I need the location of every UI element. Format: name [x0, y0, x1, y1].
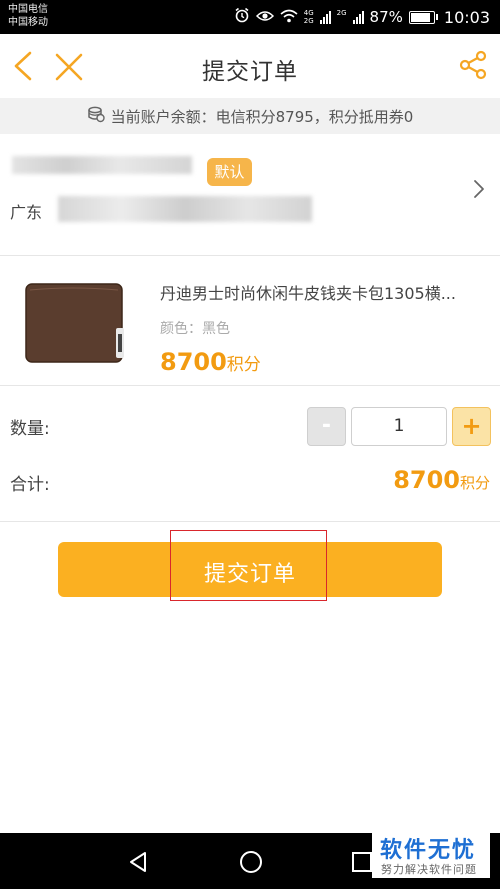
network-type-2: 2G — [336, 9, 347, 17]
default-badge: 默认 — [207, 158, 252, 186]
page-title: 提交订单 — [202, 59, 298, 85]
balance-bar: 当前账户余额：电信积分8795，积分抵用券0 — [0, 98, 500, 134]
alarm-icon — [234, 7, 250, 27]
network-type-1: 4G 2G — [303, 9, 314, 25]
coins-icon — [87, 105, 105, 127]
quantity-label: 数量: — [10, 419, 50, 439]
carrier-1: 中国电信 — [8, 4, 48, 15]
watermark-sub: 努力解决软件问题 — [381, 863, 477, 876]
total-amount: 8700积分 — [393, 466, 490, 494]
product-price-unit: 积分 — [226, 355, 261, 375]
decrease-button[interactable]: - — [307, 407, 346, 446]
clock: 10:03 — [443, 7, 490, 27]
status-icons: 4G 2G 2G 87% 10:03 — [234, 0, 490, 34]
increase-button[interactable]: + — [452, 407, 491, 446]
signal-1-icon — [319, 10, 331, 24]
watermark-main: 软件无忧 — [380, 838, 477, 863]
battery-percent: 87% — [369, 8, 403, 26]
nav-home-icon[interactable] — [238, 849, 264, 879]
wallet-image — [22, 276, 130, 370]
quantity-row: 数量: - 1 + — [0, 386, 500, 452]
signal-2-icon — [352, 10, 364, 24]
product-item: 丹迪男士时尚休闲牛皮钱夹卡包1305横... 颜色：黑色 8700积分 — [0, 256, 500, 386]
eye-icon — [255, 8, 274, 27]
address-section[interactable]: 默认 广东 — [0, 134, 500, 256]
quantity-input[interactable]: 1 — [351, 407, 447, 446]
address-prefix: 广东 — [10, 203, 43, 222]
status-bar: 中国电信 中国移动 4G 2G 2G 87% 10:03 — [0, 0, 500, 34]
battery-icon — [408, 10, 438, 24]
total-value: 8700 — [393, 466, 460, 494]
product-color: 颜色：黑色 — [160, 321, 230, 337]
balance-text: 当前账户余额：电信积分8795，积分抵用券0 — [110, 107, 414, 126]
nav-back-icon[interactable] — [126, 850, 150, 878]
total-label: 合计: — [10, 475, 50, 495]
total-row: 合计: 8700积分 — [0, 452, 500, 522]
submit-order-button[interactable]: 提交订单 — [58, 542, 442, 597]
product-price: 8700积分 — [160, 348, 261, 376]
watermark-logo: 软件无忧 努力解决软件问题 — [372, 830, 490, 878]
carrier-info: 中国电信 中国移动 — [8, 3, 48, 29]
product-price-value: 8700 — [160, 348, 227, 376]
app-header: 提交订单 — [0, 34, 500, 98]
address-redacted — [58, 196, 312, 222]
share-icon[interactable] — [458, 50, 488, 80]
submit-order-label: 提交订单 — [203, 562, 296, 587]
nav-recent-icon[interactable] — [350, 850, 374, 878]
product-name: 丹迪男士时尚休闲牛皮钱夹卡包1305横... — [160, 284, 456, 303]
wifi-icon — [280, 8, 298, 27]
total-unit: 积分 — [459, 474, 490, 492]
recipient-name-redacted — [12, 156, 192, 174]
carrier-2: 中国移动 — [8, 17, 48, 28]
chevron-right-icon[interactable] — [472, 178, 486, 200]
